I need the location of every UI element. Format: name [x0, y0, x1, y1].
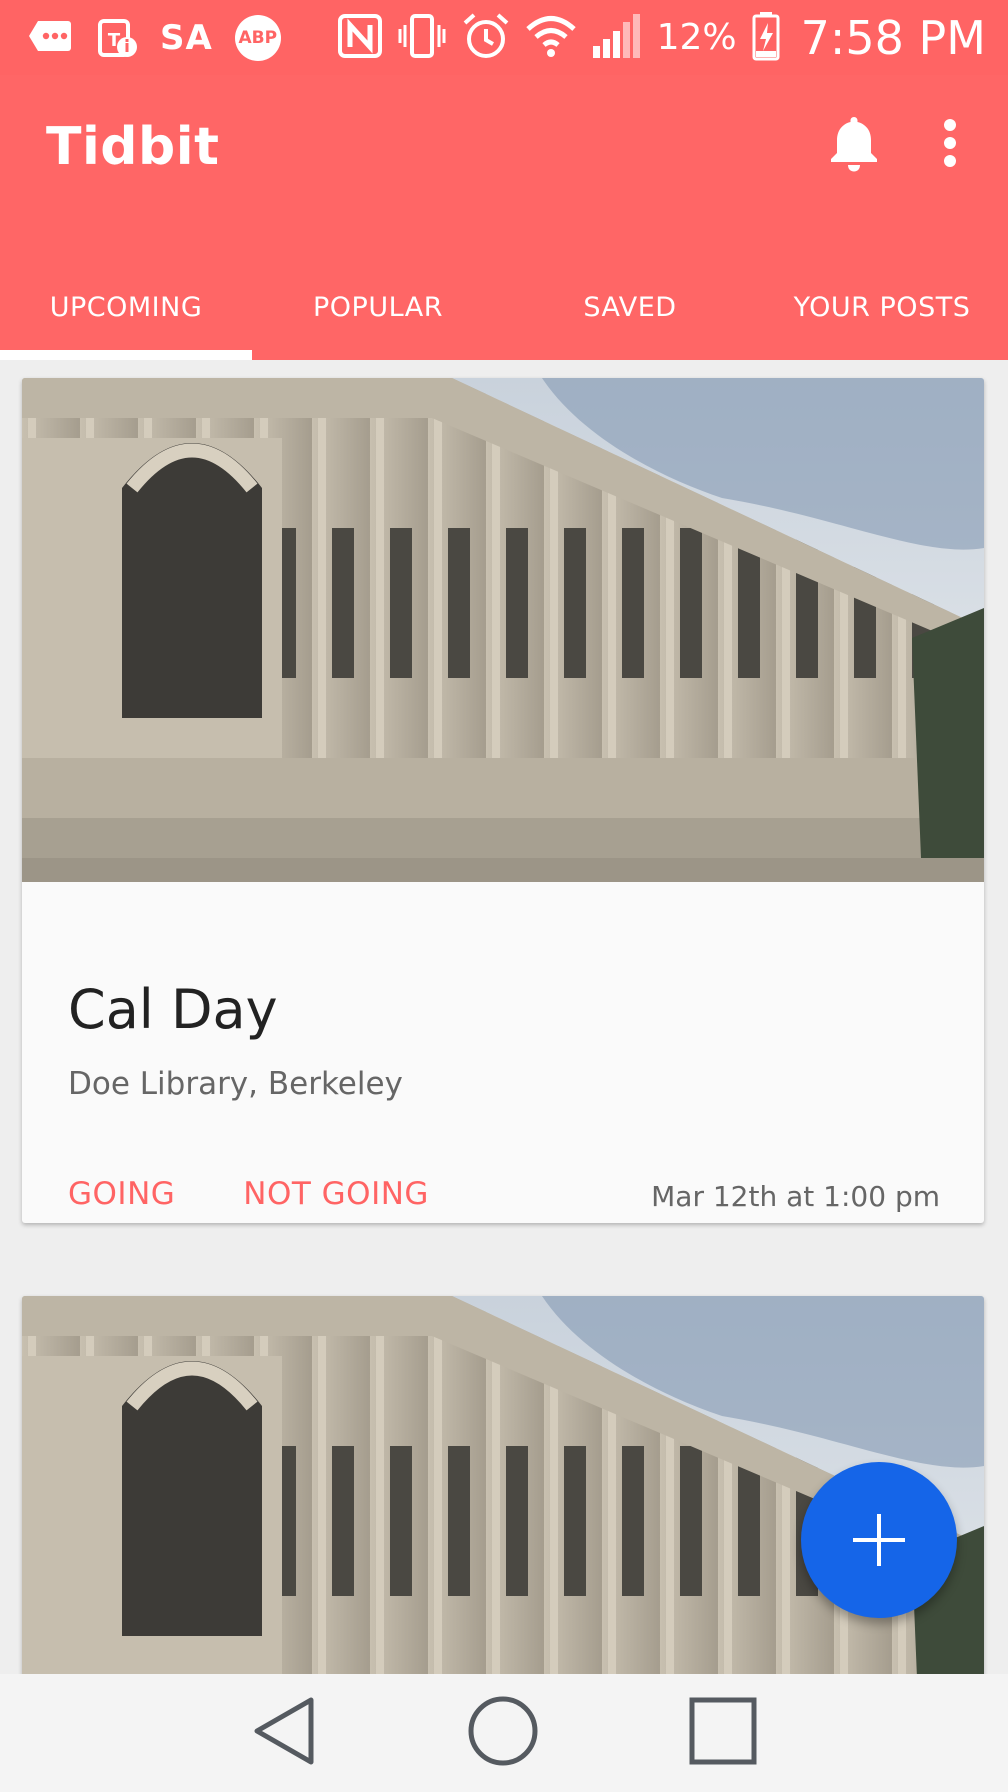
carrier-badge: SA [160, 17, 213, 58]
add-event-button[interactable] [801, 1462, 957, 1618]
recents-icon[interactable] [689, 1697, 757, 1769]
overflow-menu-icon[interactable] [942, 117, 958, 173]
clock: 7:58 PM [800, 10, 986, 65]
nfc-icon [337, 13, 383, 63]
system-nav-bar [0, 1674, 1008, 1792]
signal-icon [591, 12, 643, 64]
rsvp-actions: GOING NOT GOING [68, 1176, 429, 1212]
tab-saved[interactable]: SAVED [504, 265, 756, 360]
event-card[interactable]: Cal Day Doe Library, Berkeley GOING NOT … [22, 378, 984, 1223]
tab-bar: UPCOMING POPULAR SAVED YOUR POSTS [0, 265, 1008, 360]
tab-upcoming[interactable]: UPCOMING [0, 265, 252, 360]
not-going-button[interactable]: NOT GOING [243, 1176, 429, 1212]
plus-icon [853, 1514, 905, 1566]
vibrate-icon [397, 11, 447, 65]
event-title: Cal Day [68, 978, 278, 1041]
battery-percent: 12% [656, 17, 737, 58]
event-image [22, 378, 984, 882]
wifi-icon [525, 14, 577, 62]
going-button[interactable]: GOING [68, 1176, 175, 1212]
event-datetime: Mar 12th at 1:00 pm [651, 1180, 940, 1213]
status-bar: T SA ABP 12% 7:58 PM [0, 0, 1008, 75]
battery-charging-icon [751, 11, 781, 65]
message-dots-icon [28, 19, 72, 57]
event-location: Doe Library, Berkeley [68, 1066, 403, 1102]
app-title: Tidbit [46, 117, 220, 177]
alarm-icon [461, 11, 511, 65]
app-bar: Tidbit UPCOMING POPULAR SAVED YOUR POSTS [0, 75, 1008, 360]
tmobile-info-icon: T [94, 13, 138, 63]
adblock-badge: ABP [234, 14, 281, 61]
tab-your-posts[interactable]: YOUR POSTS [756, 265, 1008, 360]
app-bar-actions [828, 113, 958, 177]
status-bar-right: 12% 7:58 PM [337, 0, 986, 75]
back-icon[interactable] [251, 1696, 317, 1770]
tab-popular[interactable]: POPULAR [252, 265, 504, 360]
status-bar-left: T SA ABP [28, 0, 281, 75]
home-icon[interactable] [467, 1695, 539, 1771]
bell-icon[interactable] [828, 113, 880, 177]
